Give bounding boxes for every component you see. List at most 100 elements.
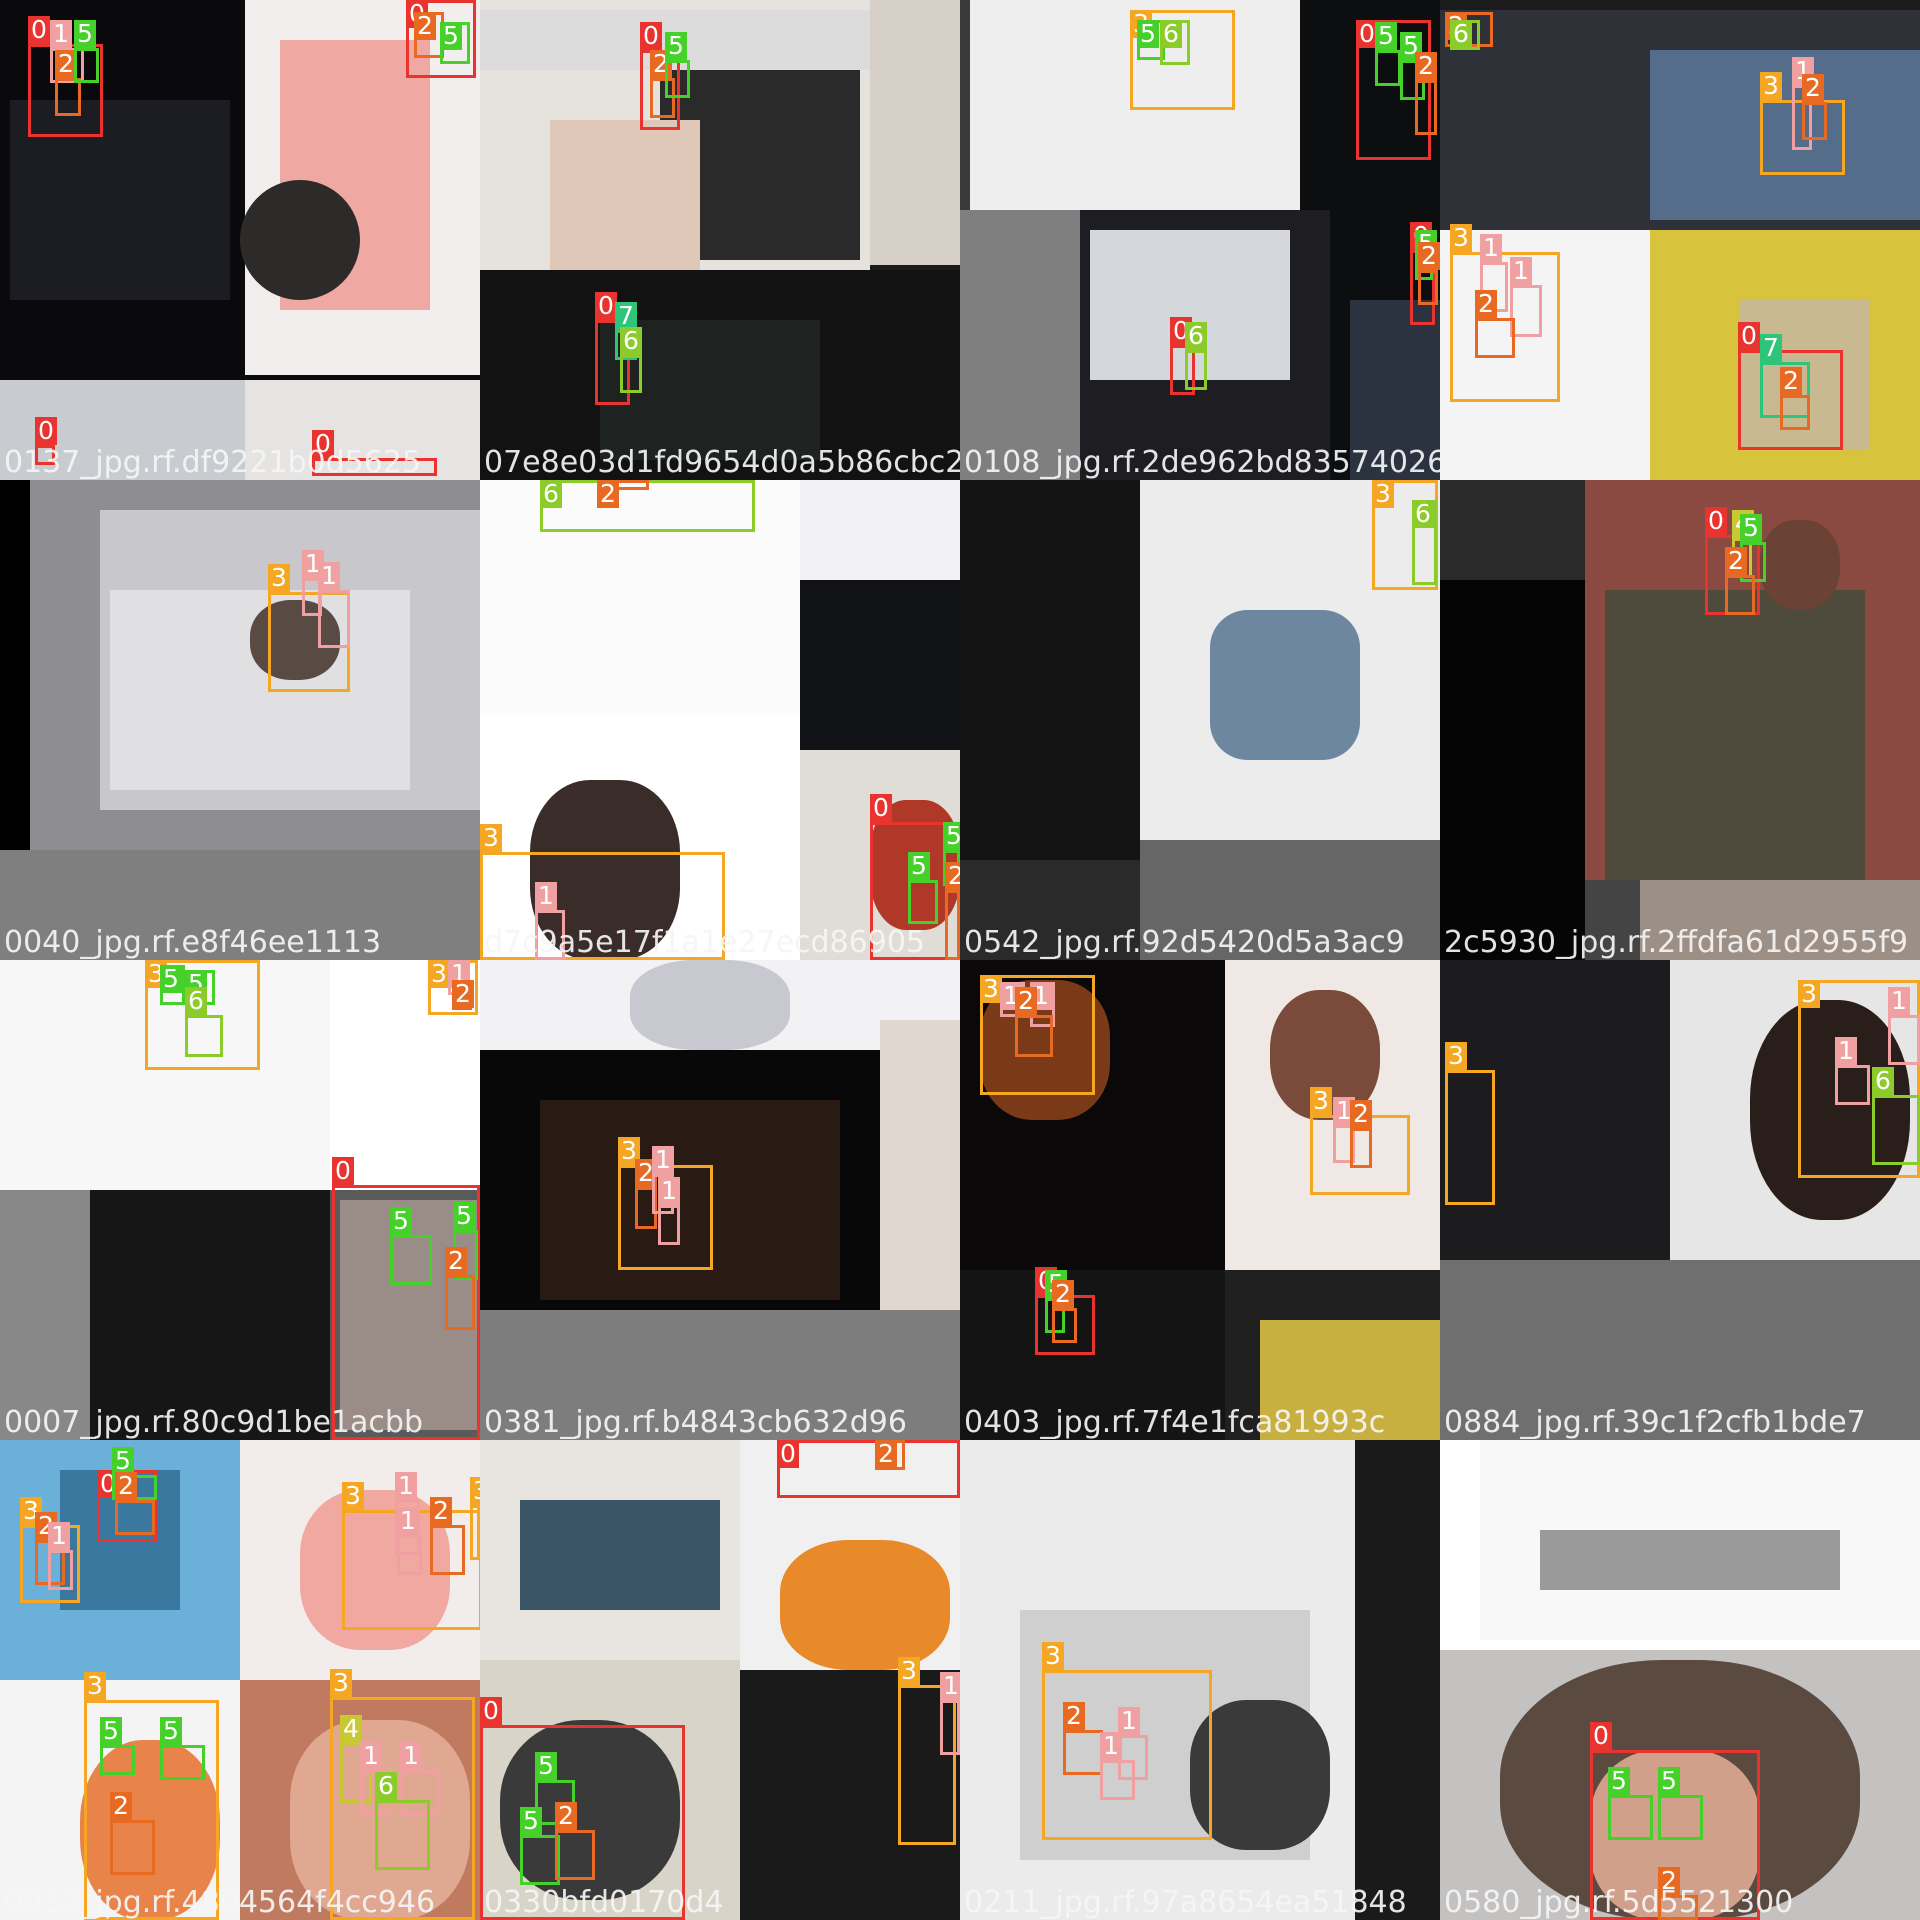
class-label: 5 [908, 852, 930, 880]
bounding-box-class-1: 1 [658, 1177, 680, 1245]
class-label: 2 [115, 1472, 137, 1500]
class-label: 2 [1725, 547, 1747, 575]
class-label: 2 [1063, 1702, 1085, 1730]
bounding-box-class-1: 1 [1835, 1037, 1870, 1105]
mosaic-tile: 3 5 5 6 3 1 2 0 5 5 2 0007_jpg.rf.80c9d1be1acbb [0, 960, 480, 1440]
bounding-box-class-2: 2 [1052, 1280, 1077, 1343]
class-label: 1 [535, 882, 557, 910]
bounding-box-class-6: 6 [620, 327, 642, 393]
bounding-box-class-2: 2 [115, 1472, 155, 1535]
mosaic-tile: 02507607e8e03d1fd9654d0a5b86cbc29e8 [480, 0, 960, 480]
bounding-box-class-5: 5 [1375, 22, 1401, 86]
class-label: 5 [1658, 1767, 1680, 1795]
bounding-box-class-5: 5 [74, 20, 99, 83]
photo-patch [870, 0, 960, 265]
class-label: 0 [1705, 507, 1727, 535]
mosaic-tile: 0 2 0 5 5 2 3 1 0330bfd0170d4 [480, 1440, 960, 1920]
photo-patch [240, 180, 360, 300]
class-label: 3 [342, 1482, 364, 1510]
image-filename: 0580_jpg.rf.5d5521300 [1444, 1885, 1794, 1920]
class-label: 1 [1510, 257, 1532, 285]
class-label: 5 [1137, 20, 1159, 48]
bounding-box-class-2: 2 [55, 50, 81, 116]
mosaic-tile: 0 5 5 2 0580_jpg.rf.5d5521300 [1440, 1440, 1920, 1920]
bounding-box-class-5: 5 [520, 1807, 560, 1885]
image-filename: 0542_jpg.rf.92d5420d5a3ac9 [964, 925, 1405, 960]
bounding-box-class-1: 1 [940, 1672, 960, 1755]
class-label: 0 [870, 794, 892, 822]
class-label: 6 [540, 480, 562, 508]
mosaic-tile: 31123120520403_jpg.rf.7f4e1fca81993c [960, 960, 1440, 1440]
class-label: 3 [470, 1477, 480, 1505]
class-label: 5 [74, 20, 96, 48]
mosaic-tile: 3 6 0542_jpg.rf.92d5420d5a3ac9 [960, 480, 1440, 960]
class-label: 2 [430, 1497, 452, 1525]
class-label: 5 [535, 1752, 557, 1780]
mosaic-tile: 3 2 1 1 0211_jpg.rf.97a8654ea51848 [960, 1440, 1440, 1920]
class-label: 1 [360, 1742, 382, 1770]
photo-patch [960, 210, 1080, 480]
class-label: 5 [943, 822, 960, 850]
class-label: 3 [1310, 1087, 1332, 1115]
bounding-box-class-5: 5 [160, 1717, 205, 1780]
class-label: 6 [1412, 500, 1434, 528]
class-label: 3 [1798, 980, 1820, 1008]
class-label: 0 [28, 16, 50, 44]
image-filename: 0032_jpg.rf.4804564f4cc946 [4, 1885, 436, 1920]
class-label: 0 [332, 1157, 354, 1185]
bounding-box-class-2: 2 [430, 1497, 465, 1575]
class-label: 3 [1450, 224, 1472, 252]
class-label: 0 [777, 1440, 799, 1468]
bounding-box-class-6: 6 [1450, 20, 1480, 50]
class-label: 0 [1738, 322, 1760, 350]
bounding-box-class-6: 6 [1160, 20, 1190, 65]
photo-patch [550, 120, 700, 280]
mosaic-tile: 6 2 3 1 0 5 5 2 d7c9a5e17f1a1e27ecd86905 [480, 480, 960, 960]
class-label: 5 [1375, 22, 1397, 50]
bounding-box-class-5: 5 [440, 22, 470, 64]
class-label: 6 [1450, 20, 1472, 48]
class-label: 2 [1418, 242, 1440, 270]
class-label: 5 [440, 22, 462, 50]
class-label: 1 [395, 1472, 417, 1500]
class-label: 3 [980, 975, 1002, 1003]
mosaic-tile: 263123112072 [1440, 0, 1920, 480]
image-filename: 0403_jpg.rf.7f4e1fca81993c [964, 1405, 1386, 1440]
class-label: 2 [875, 1440, 897, 1468]
class-label: 0 [1590, 1722, 1612, 1750]
class-label: 2 [1415, 52, 1437, 80]
bounding-box-class-2: 2 [1802, 74, 1827, 140]
class-label: 2 [1350, 1100, 1372, 1128]
mosaic-tile: 052321311233552341160032_jpg.rf.4804564f… [0, 1440, 480, 1920]
class-label: 1 [1888, 987, 1910, 1015]
image-filename: 0108_jpg.rf.2de962bd83574026d50a5387da91… [964, 445, 1440, 480]
class-label: 1 [658, 1177, 680, 1205]
bounding-box-class-2: 2 [1780, 367, 1810, 430]
bounding-box-class-5: 5 [160, 965, 185, 1005]
class-label: 3 [84, 1672, 106, 1700]
image-filename: 2c5930_jpg.rf.2ffdfa61d2955f9 [1444, 925, 1909, 960]
bounding-box-class-6: 6 [1185, 322, 1207, 390]
photo-patch [800, 580, 960, 750]
bounding-box-class-2: 2 [597, 480, 649, 508]
bounding-box-class-2: 2 [1475, 290, 1515, 358]
class-label: 7 [1760, 334, 1782, 362]
bounding-box-class-0: 0 [777, 1440, 960, 1498]
mosaic-tile: 0125025000137_jpg.rf.df9221b0d5625 [0, 0, 480, 480]
class-label: 1 [652, 1146, 674, 1174]
class-label: 6 [1160, 20, 1182, 48]
class-label: 1 [1480, 234, 1502, 262]
bounding-box-class-1: 1 [1118, 1707, 1148, 1780]
class-label: 1 [1835, 1037, 1857, 1065]
mosaic-tile: 3560552060520108_jpg.rf.2de962bd83574026… [960, 0, 1440, 480]
class-label: 2 [1802, 74, 1824, 102]
class-label: 2 [414, 12, 436, 40]
class-label: 1 [318, 562, 340, 590]
class-label: 2 [1475, 290, 1497, 318]
photo-patch [520, 1500, 720, 1610]
photo-patch [1760, 520, 1840, 610]
class-label: 3 [330, 1669, 352, 1697]
class-label: 1 [400, 1742, 422, 1770]
bounding-box-class-3: 3 [1445, 1042, 1495, 1205]
mosaic-tile: 3 1 1 0040_jpg.rf.e8f46ee1113 [0, 480, 480, 960]
